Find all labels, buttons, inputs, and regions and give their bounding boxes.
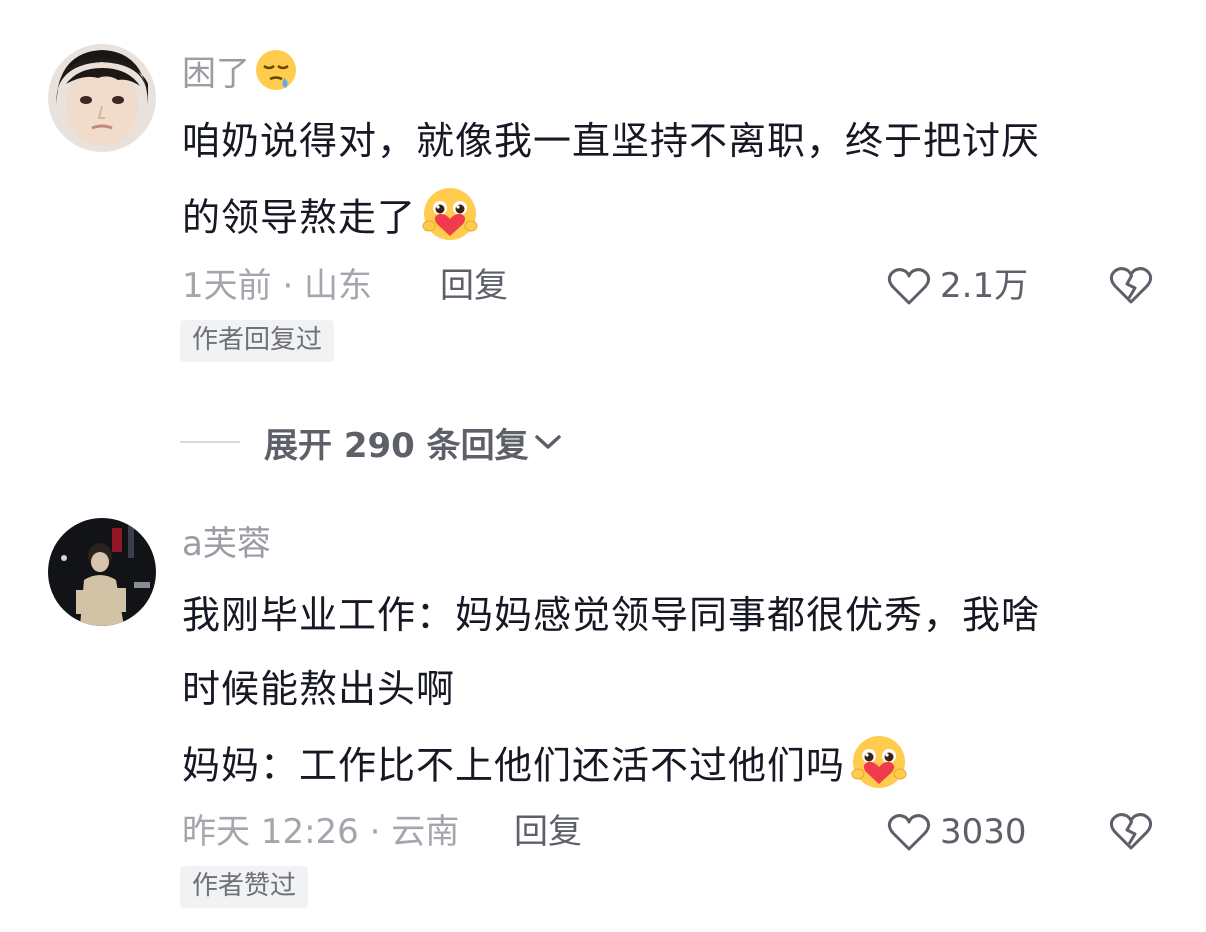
- heart-outline-icon[interactable]: [886, 265, 932, 307]
- chevron-down-icon[interactable]: [529, 432, 563, 452]
- expand-replies-label[interactable]: 展开 290 条回复: [264, 418, 529, 467]
- reply-button[interactable]: 回复: [440, 264, 508, 308]
- comment-text-line: 咱奶说得对，就像我一直坚持不离职，终于把讨厌: [182, 119, 1041, 163]
- username-text[interactable]: 困了: [182, 54, 250, 94]
- reply-button[interactable]: 回复: [514, 810, 582, 854]
- comment-text-segment: 妈妈：工作比不上他们还活不过他们吗: [182, 743, 846, 788]
- comment-meta: 昨天 12:26 · 云南: [182, 812, 460, 852]
- comment-text-line: 的领导熬走了: [182, 186, 480, 254]
- username[interactable]: a芙蓉: [182, 522, 271, 566]
- comment-text-line: 时候能熬出头啊: [182, 667, 456, 711]
- comment-text-line: 妈妈：工作比不上他们还活不过他们吗: [182, 734, 909, 802]
- heart-outline-icon[interactable]: [886, 811, 932, 853]
- author-reply-badge: 作者回复过: [180, 320, 335, 362]
- divider: [180, 441, 240, 443]
- like-count: 2.1万: [940, 266, 1029, 306]
- sleepy-face-emoji-icon: [254, 48, 298, 103]
- like-button[interactable]: 2.1万: [886, 264, 1028, 308]
- comment-text-line: 我刚毕业工作：妈妈感觉领导同事都很优秀，我啥: [182, 593, 1041, 637]
- dislike-button[interactable]: [1108, 264, 1154, 306]
- broken-heart-icon[interactable]: [1108, 264, 1154, 306]
- hugging-heart-face-emoji-icon: [849, 734, 909, 802]
- hugging-heart-face-emoji-icon: [420, 186, 480, 254]
- username[interactable]: 困了: [182, 48, 298, 103]
- comment-meta: 1天前 · 山东: [182, 266, 373, 306]
- like-button[interactable]: 3030: [886, 810, 1027, 854]
- author-liked-badge: 作者赞过: [180, 866, 309, 908]
- expand-replies-button[interactable]: 展开 290 条回复: [180, 418, 563, 466]
- avatar[interactable]: [48, 518, 156, 626]
- avatar[interactable]: [48, 44, 156, 152]
- like-count: 3030: [940, 812, 1027, 852]
- broken-heart-icon[interactable]: [1108, 810, 1154, 852]
- comment-text-segment: 的领导熬走了: [182, 195, 417, 240]
- dislike-button[interactable]: [1108, 810, 1154, 852]
